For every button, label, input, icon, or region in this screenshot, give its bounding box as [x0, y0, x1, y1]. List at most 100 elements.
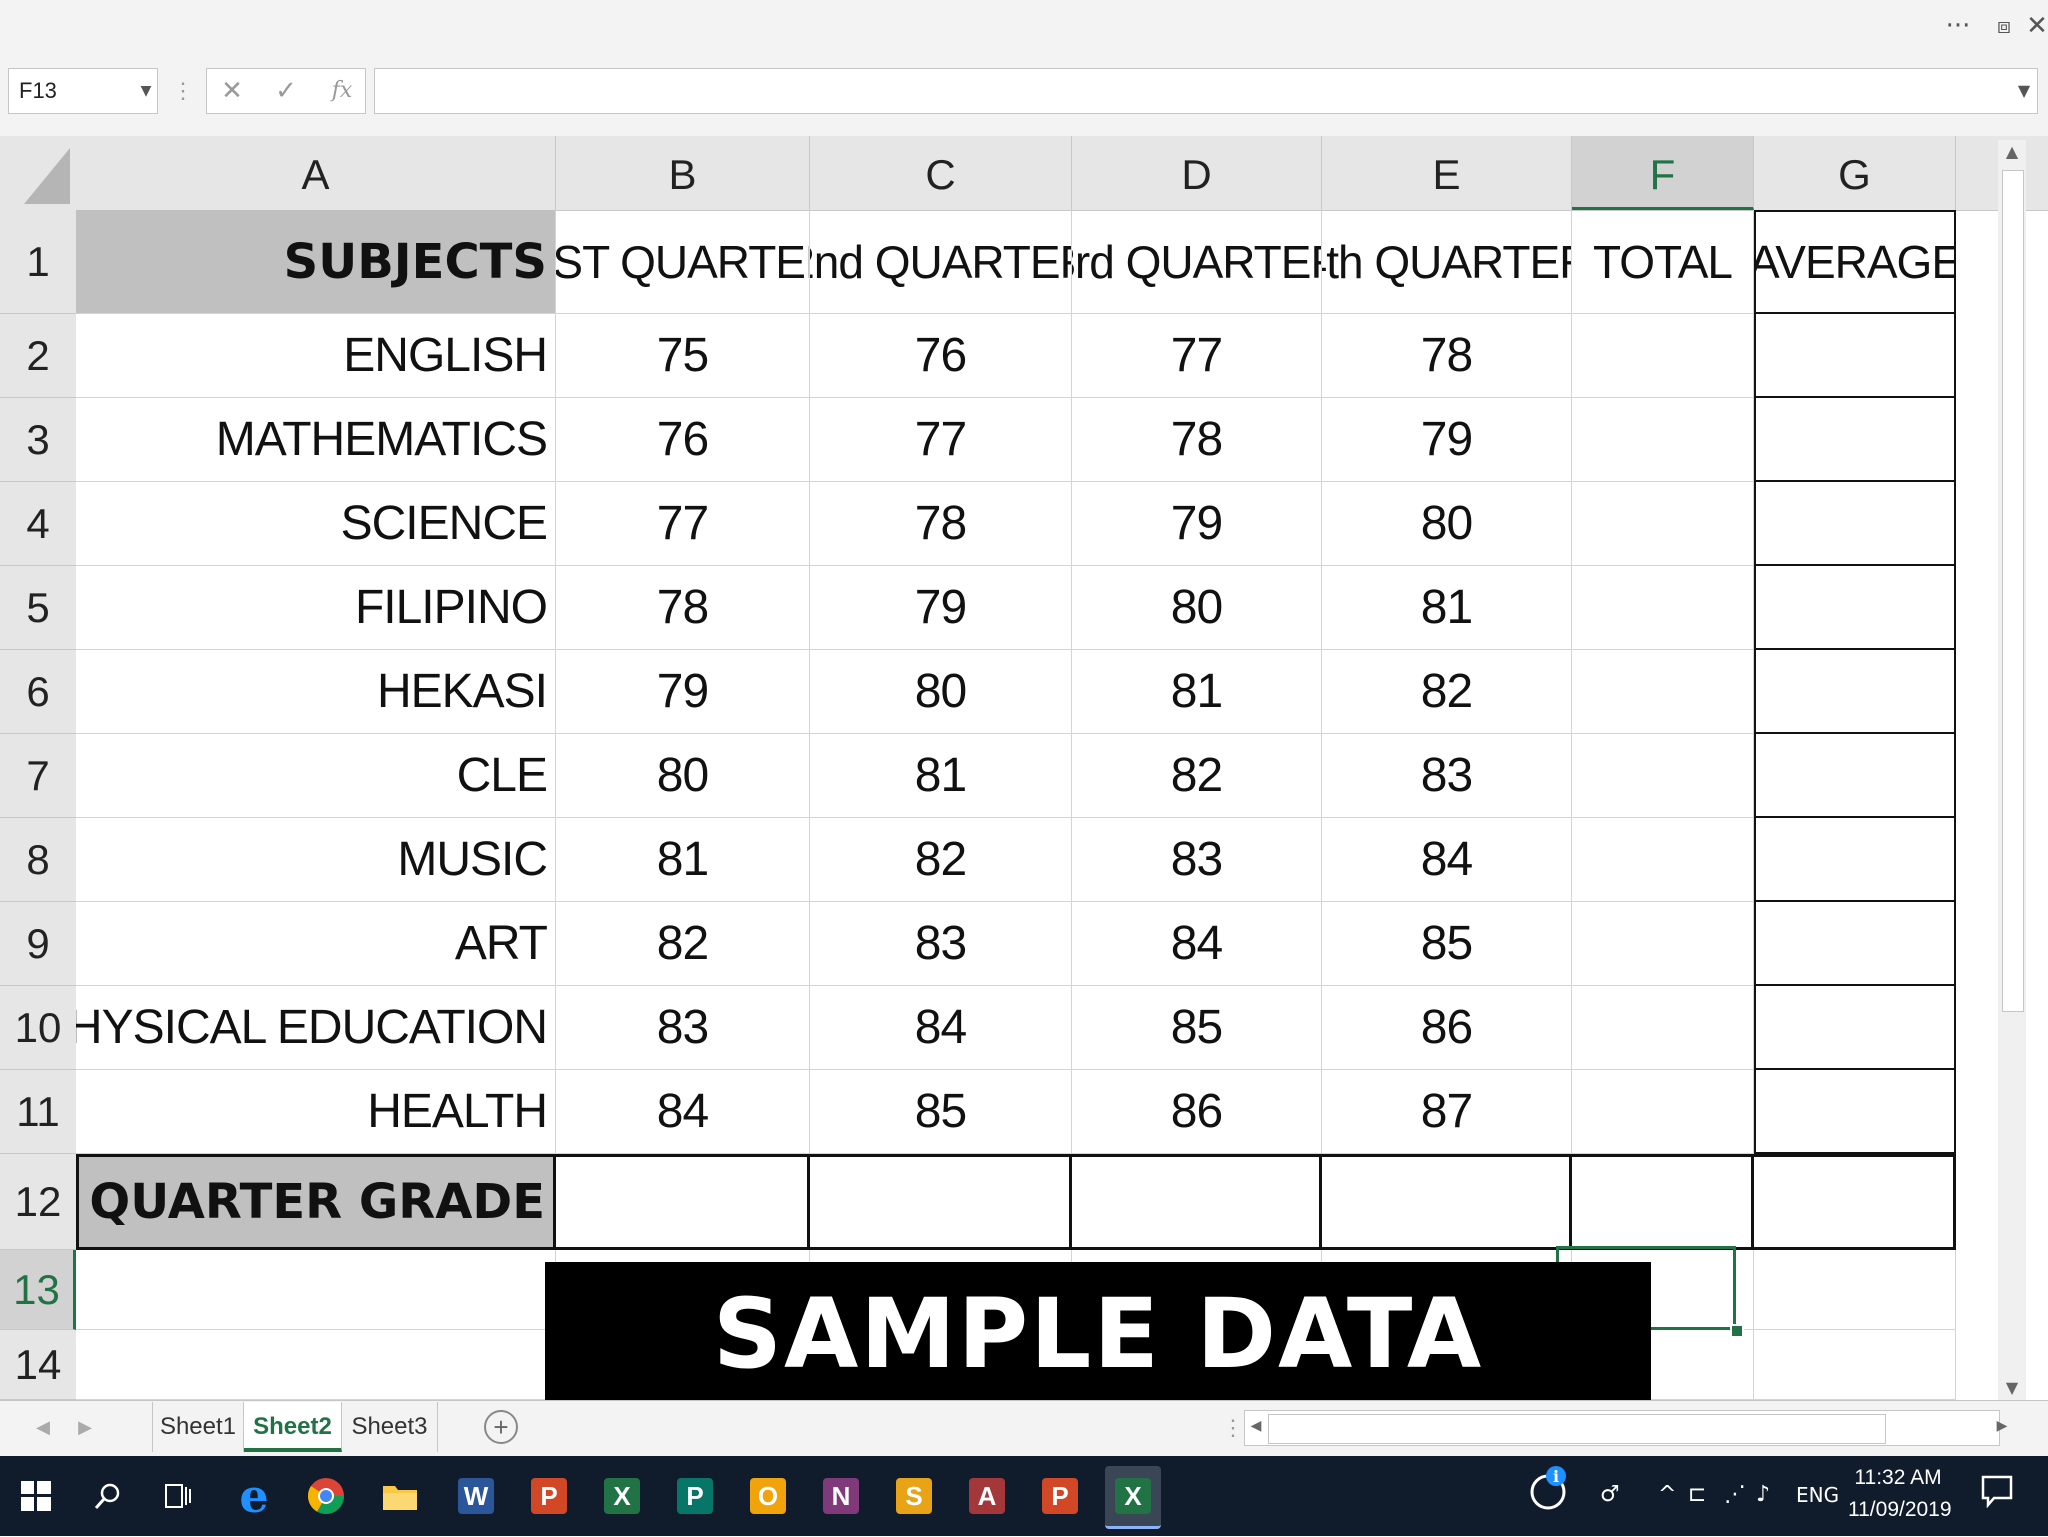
people-icon[interactable]: ♂	[1600, 1470, 1620, 1520]
clock[interactable]: 11:32 AM 11/09/2019	[1848, 1462, 1952, 1526]
average-cell[interactable]	[1754, 398, 1956, 482]
grade-cell[interactable]: 85	[1072, 986, 1322, 1070]
average-cell[interactable]	[1754, 818, 1956, 902]
average-cell[interactable]	[1754, 902, 1956, 986]
chrome-icon[interactable]	[298, 1466, 354, 1526]
grade-cell[interactable]: 77	[810, 398, 1072, 482]
subject-cell[interactable]: CLE	[76, 734, 556, 818]
grade-cell[interactable]: 81	[556, 818, 810, 902]
average-cell[interactable]	[1754, 566, 1956, 650]
row-header[interactable]: 10	[0, 986, 76, 1070]
publisher-icon[interactable]: P	[667, 1466, 723, 1526]
excel-active-icon[interactable]: X	[1105, 1466, 1161, 1529]
row-header[interactable]: 7	[0, 734, 76, 818]
subject-cell[interactable]: ENGLISH	[76, 314, 556, 398]
grade-cell[interactable]: 84	[1322, 818, 1572, 902]
header-cell-q4[interactable]: 4th QUARTER	[1322, 210, 1572, 314]
quarter-grade-cell[interactable]	[1572, 1154, 1754, 1250]
average-cell[interactable]	[1754, 734, 1956, 818]
vertical-scroll-thumb[interactable]	[2002, 170, 2024, 1012]
action-center-icon[interactable]	[1980, 1474, 2014, 1513]
language-indicator[interactable]: ENG	[1796, 1470, 1839, 1520]
enter-icon[interactable]: ✓	[266, 68, 306, 114]
average-cell[interactable]	[1754, 986, 1956, 1070]
column-header-f[interactable]: F	[1572, 136, 1754, 210]
header-cell-subjects[interactable]: SUBJECTS	[76, 210, 556, 314]
quarter-grade-cell[interactable]	[1322, 1154, 1572, 1250]
header-cell-total[interactable]: TOTAL	[1572, 210, 1754, 314]
grade-cell[interactable]: 81	[1322, 566, 1572, 650]
grade-cell[interactable]: 75	[556, 314, 810, 398]
search-icon[interactable]	[80, 1466, 136, 1526]
grade-cell[interactable]: 84	[810, 986, 1072, 1070]
grade-cell[interactable]: 78	[1072, 398, 1322, 482]
chevron-down-icon[interactable]: ▼	[136, 68, 156, 114]
grade-cell[interactable]: 86	[1322, 986, 1572, 1070]
grade-cell[interactable]: 85	[1322, 902, 1572, 986]
word-icon[interactable]: W	[448, 1466, 504, 1526]
cancel-icon[interactable]: ✕	[212, 68, 252, 114]
total-cell[interactable]	[1572, 314, 1754, 398]
grade-cell[interactable]: 84	[1072, 902, 1322, 986]
empty-cell[interactable]	[76, 1330, 556, 1400]
insert-function-icon[interactable]: fx	[322, 68, 362, 114]
grade-cell[interactable]: 83	[1322, 734, 1572, 818]
outlook-icon[interactable]: O	[740, 1466, 796, 1526]
access-icon[interactable]: A	[959, 1466, 1015, 1526]
average-cell[interactable]	[1754, 314, 1956, 398]
grade-cell[interactable]: 76	[556, 398, 810, 482]
row-header[interactable]: 9	[0, 902, 76, 986]
grade-cell[interactable]: 87	[1322, 1070, 1572, 1154]
grade-cell[interactable]: 84	[556, 1070, 810, 1154]
total-cell[interactable]	[1572, 398, 1754, 482]
grade-cell[interactable]: 80	[1322, 482, 1572, 566]
quarter-grade-label[interactable]: QUARTER GRADE	[76, 1154, 556, 1250]
close-icon[interactable]: ✕	[2026, 6, 2048, 46]
tab-next-icon[interactable]: ▶	[70, 1406, 100, 1450]
horizontal-scroll-thumb[interactable]	[1268, 1414, 1886, 1444]
subject-cell[interactable]: HEALTH	[76, 1070, 556, 1154]
task-view-icon[interactable]	[150, 1466, 206, 1526]
quarter-grade-cell[interactable]	[556, 1154, 810, 1250]
header-cell-q3[interactable]: 3rd QUARTER	[1072, 210, 1322, 314]
grade-cell[interactable]: 76	[810, 314, 1072, 398]
notification-info-icon[interactable]: i	[1526, 1462, 1572, 1537]
subject-cell[interactable]: PHYSICAL EDUCATION	[76, 986, 556, 1070]
grade-cell[interactable]: 83	[556, 986, 810, 1070]
subject-cell[interactable]: ART	[76, 902, 556, 986]
quarter-grade-cell[interactable]	[810, 1154, 1072, 1250]
quarter-grade-cell[interactable]	[1072, 1154, 1322, 1250]
quarter-grade-cell[interactable]	[1754, 1154, 1956, 1250]
tab-sheet3[interactable]: Sheet3	[342, 1402, 438, 1452]
edge-browser-icon[interactable]: e	[226, 1466, 282, 1526]
header-cell-average[interactable]: AVERAGE	[1754, 210, 1956, 314]
row-header[interactable]: 1	[0, 210, 76, 314]
scroll-down-icon[interactable]: ▼	[1998, 1378, 2026, 1397]
formula-bar-grip[interactable]: ⋮	[172, 68, 194, 114]
grade-cell[interactable]: 78	[1322, 314, 1572, 398]
grade-cell[interactable]: 81	[1072, 650, 1322, 734]
grade-cell[interactable]: 86	[1072, 1070, 1322, 1154]
empty-cell[interactable]	[1754, 1250, 1956, 1330]
grade-cell[interactable]: 79	[1072, 482, 1322, 566]
volume-icon[interactable]: ♪	[1756, 1470, 1770, 1520]
grade-cell[interactable]: 79	[556, 650, 810, 734]
subject-cell[interactable]: FILIPINO	[76, 566, 556, 650]
powerpoint-icon[interactable]: P	[521, 1466, 577, 1526]
total-cell[interactable]	[1572, 482, 1754, 566]
grade-cell[interactable]: 78	[810, 482, 1072, 566]
grade-cell[interactable]: 82	[1072, 734, 1322, 818]
column-header-b[interactable]: B	[556, 136, 810, 210]
column-header-c[interactable]: C	[810, 136, 1072, 210]
row-header[interactable]: 11	[0, 1070, 76, 1154]
grade-cell[interactable]: 83	[810, 902, 1072, 986]
sway-icon[interactable]: S	[886, 1466, 942, 1526]
powerpoint-2-icon[interactable]: P	[1032, 1466, 1088, 1526]
average-cell[interactable]	[1754, 650, 1956, 734]
scroll-left-icon[interactable]: ◀	[1246, 1418, 1266, 1434]
grade-cell[interactable]: 80	[556, 734, 810, 818]
tab-prev-icon[interactable]: ◀	[28, 1406, 58, 1450]
grade-cell[interactable]: 82	[810, 818, 1072, 902]
grade-cell[interactable]: 83	[1072, 818, 1322, 902]
header-cell-q2[interactable]: 2nd QUARTER	[810, 210, 1072, 314]
